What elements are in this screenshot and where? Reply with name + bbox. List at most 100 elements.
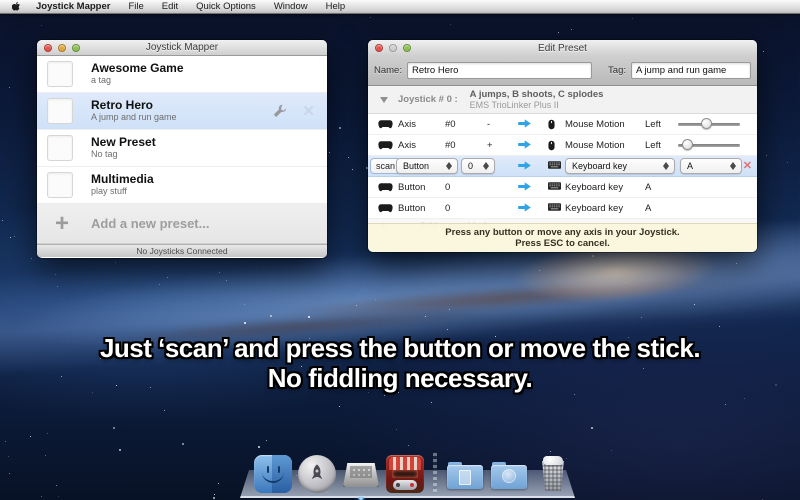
source-id-dropdown[interactable]: 0	[461, 158, 495, 174]
caption-line2: No fiddling necessary.	[0, 363, 800, 393]
sensitivity-slider[interactable]	[678, 114, 740, 135]
source-type: Axis	[398, 114, 416, 135]
scan-instruction-overlay: Press any button or move any axis in you…	[368, 223, 757, 252]
preset-tag: a tag	[91, 75, 184, 86]
preset-name: Multimedia	[91, 173, 154, 186]
preset-row-awesome-game[interactable]: Awesome Game a tag	[37, 56, 327, 93]
scan-instruction-line2: Press ESC to cancel.	[515, 238, 610, 250]
gamepad-icon	[378, 119, 393, 129]
source-type: Button	[398, 198, 425, 219]
close-button[interactable]	[375, 44, 383, 52]
source-id: 0	[445, 198, 450, 219]
plus-icon: +	[49, 212, 75, 236]
target-type-dropdown[interactable]: Keyboard key	[565, 158, 675, 174]
window-title-bar[interactable]: Edit Preset	[368, 40, 757, 56]
window-title-bar[interactable]: Joystick Mapper	[37, 40, 327, 56]
target-type: Mouse Motion	[565, 114, 625, 135]
apple-icon	[12, 1, 23, 13]
map-arrow-icon	[518, 182, 531, 191]
keyboard-app-icon[interactable]	[342, 455, 380, 493]
finder-icon[interactable]	[254, 455, 292, 493]
add-preset-row[interactable]: + Add a new preset...	[37, 204, 327, 244]
gamepad-icon	[378, 182, 393, 192]
binding-row[interactable]: Axis #0 - Mouse Motion Left	[368, 114, 757, 135]
minimize-button[interactable]	[389, 44, 397, 52]
zoom-button[interactable]	[72, 44, 80, 52]
slider-thumb[interactable]	[701, 118, 712, 129]
source-id: #0	[445, 135, 456, 156]
gamepad-icon	[378, 203, 393, 213]
joystick-summary: A jumps, B shoots, C splodes	[470, 89, 604, 100]
edit-preset-window: Edit Preset Name: Tag: Joystick # 0 : A …	[368, 40, 757, 252]
minimize-button[interactable]	[58, 44, 66, 52]
target-value: Left	[645, 114, 661, 135]
name-label: Name:	[374, 65, 402, 76]
preset-row-new-preset[interactable]: New Preset No tag	[37, 130, 327, 167]
joystick-mapper-window: Joystick Mapper Awesome Game a tag Retro…	[37, 40, 327, 258]
target-type: Keyboard key	[565, 177, 623, 198]
source-id: #0	[445, 114, 456, 135]
binding-row[interactable]: Axis #0 + Mouse Motion Left	[368, 135, 757, 156]
scan-instruction-line1: Press any button or move any axis in you…	[445, 227, 679, 239]
window-title: Edit Preset	[538, 43, 587, 54]
binding-row[interactable]: Button 0 Keyboard key A	[368, 177, 757, 198]
preset-row-multimedia[interactable]: Multimedia play stuff	[37, 167, 327, 204]
target-type: Keyboard key	[565, 198, 623, 219]
tag-label: Tag:	[608, 65, 626, 76]
source-type: Axis	[398, 135, 416, 156]
trash-icon[interactable]	[534, 455, 572, 493]
axis-direction: +	[487, 135, 493, 156]
mouse-icon	[548, 140, 555, 151]
target-value: A	[645, 198, 651, 219]
edit-toolbar: Name: Tag:	[368, 56, 757, 86]
mouse-icon	[548, 119, 555, 130]
disclosure-triangle-icon[interactable]	[380, 97, 388, 103]
target-value: Left	[645, 135, 661, 156]
keyboard-icon	[548, 161, 561, 169]
preset-tag: play stuff	[91, 186, 154, 197]
source-type-dropdown[interactable]: Button	[396, 158, 458, 174]
preset-tag: No tag	[91, 149, 156, 160]
menu-item-edit[interactable]: Edit	[153, 0, 187, 14]
menu-item-help[interactable]: Help	[317, 0, 355, 14]
preset-thumbnail	[47, 172, 73, 198]
axis-direction: -	[487, 114, 490, 135]
preset-thumbnail	[47, 135, 73, 161]
status-text: No Joysticks Connected	[136, 246, 227, 256]
apple-menu[interactable]	[10, 1, 27, 13]
joystick-mapper-icon[interactable]	[386, 455, 424, 493]
menu-item-app[interactable]: Joystick Mapper	[27, 0, 119, 14]
target-key-dropdown[interactable]: A	[680, 158, 742, 174]
marketing-caption: Just ‘scan’ and press the button or move…	[0, 333, 800, 393]
launchpad-icon[interactable]	[298, 455, 336, 493]
close-button[interactable]	[44, 44, 52, 52]
slider-thumb[interactable]	[682, 139, 693, 150]
preset-row-retro-hero[interactable]: Retro Hero A jump and run game ✕	[37, 93, 327, 130]
preset-name: Awesome Game	[91, 62, 184, 75]
remove-binding-icon[interactable]: ✕	[743, 160, 752, 173]
keyboard-icon	[548, 203, 561, 211]
zoom-button[interactable]	[403, 44, 411, 52]
preset-name: New Preset	[91, 136, 156, 149]
desktop: Joystick Mapper File Edit Quick Options …	[0, 0, 800, 500]
binding-row[interactable]: Button 0 Keyboard key A	[368, 198, 757, 219]
menu-item-window[interactable]: Window	[265, 0, 317, 14]
source-id: 0	[445, 177, 450, 198]
menu-item-quick-options[interactable]: Quick Options	[187, 0, 265, 14]
delete-preset-icon[interactable]: ✕	[302, 104, 315, 119]
wrench-icon[interactable]	[271, 103, 288, 120]
target-type: Mouse Motion	[565, 135, 625, 156]
menu-item-file[interactable]: File	[119, 0, 152, 14]
tag-input[interactable]	[631, 62, 751, 79]
documents-folder-icon[interactable]	[446, 455, 484, 493]
add-preset-label: Add a new preset...	[91, 216, 209, 231]
map-arrow-icon	[518, 161, 531, 170]
sensitivity-slider[interactable]	[678, 135, 740, 156]
target-value: A	[645, 177, 651, 198]
joystick-section-header[interactable]: Joystick # 0 : A jumps, B shoots, C splo…	[368, 86, 757, 114]
binding-row-editing[interactable]: scan Button 0 Keyboard key A ✕	[368, 156, 757, 177]
preset-thumbnail	[47, 98, 73, 124]
name-input[interactable]	[407, 62, 592, 79]
dock	[240, 450, 575, 500]
downloads-folder-icon[interactable]	[490, 455, 528, 493]
